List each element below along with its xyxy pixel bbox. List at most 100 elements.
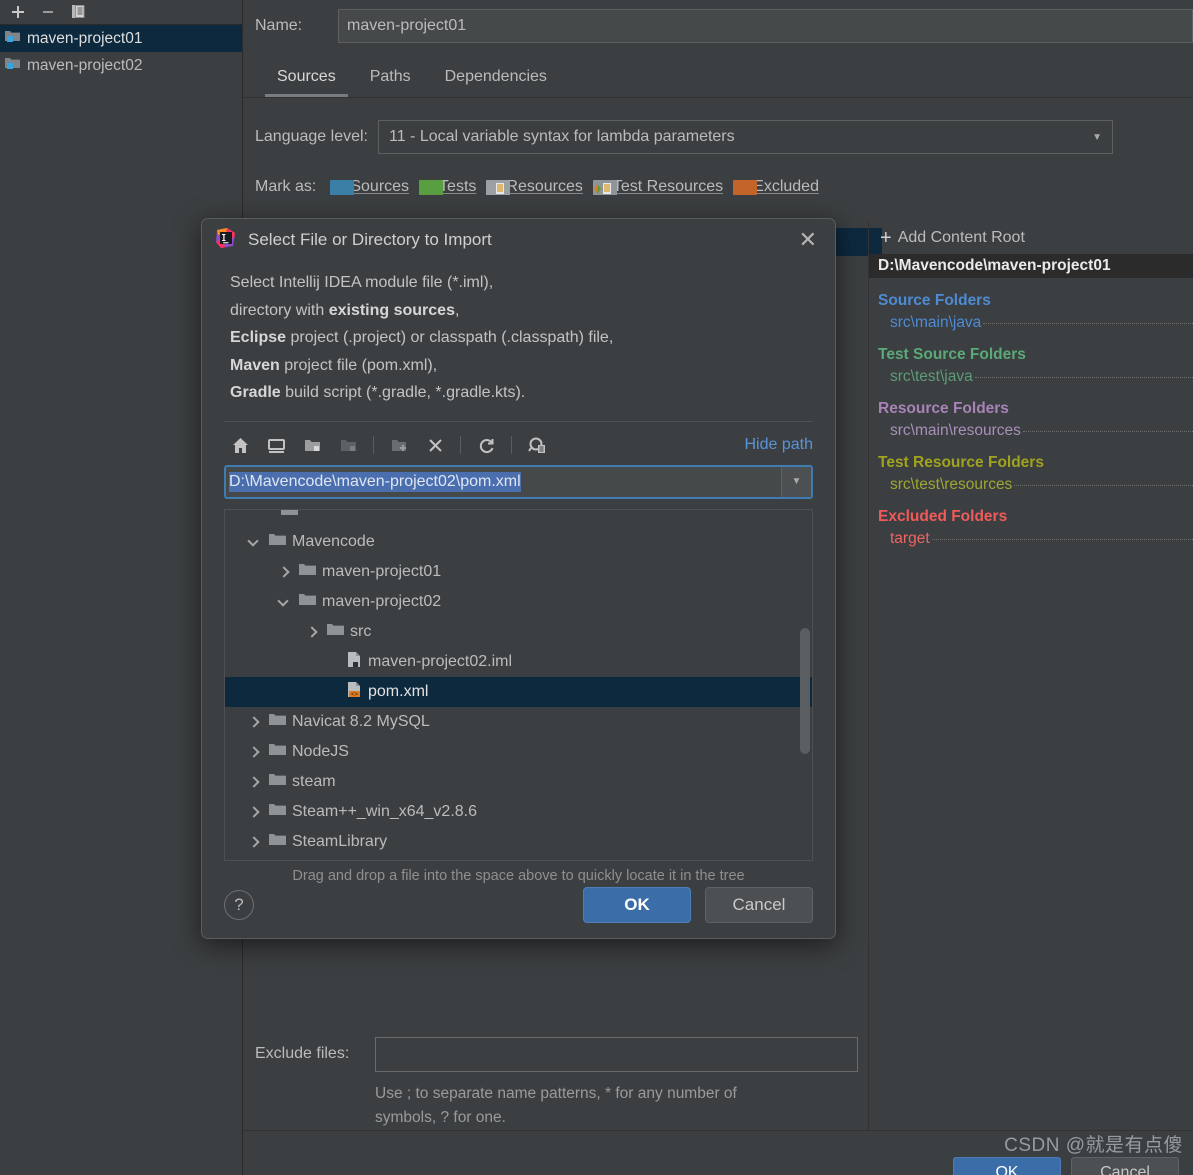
mark-as-sources-button[interactable]: Sources: [330, 178, 409, 196]
toolbar-separator: [511, 436, 512, 455]
tab-paths[interactable]: Paths: [358, 64, 423, 97]
excluded-folder-entry[interactable]: target: [878, 530, 1193, 548]
tree-row[interactable]: <> pom.xml: [225, 676, 812, 707]
chevron-right-icon[interactable]: [305, 625, 319, 639]
excluded-folder-path: target: [890, 530, 930, 547]
add-content-root-label: Add Content Root: [897, 229, 1025, 246]
remove-module-button[interactable]: [34, 1, 62, 23]
hide-path-link[interactable]: Hide path: [745, 436, 814, 454]
chevron-right-icon[interactable]: [247, 775, 261, 789]
path-input-wrapper[interactable]: D:\Mavencode\maven-project02\pom.xml ▼: [224, 464, 813, 499]
leader-dots: [1014, 485, 1193, 486]
watermark: CSDN @就是有点傻: [1004, 1135, 1183, 1156]
tree-row-label: src: [350, 622, 372, 640]
folder-icon: [269, 772, 286, 791]
delete-icon[interactable]: [419, 431, 451, 459]
desc-line-1: Select Intellij IDEA module file (*.iml)…: [230, 274, 494, 291]
mark-as-label: Mark as:: [255, 178, 317, 195]
chevron-down-icon: ▼: [1092, 131, 1102, 143]
tree-row[interactable]: steam: [225, 767, 812, 797]
sources-folder-icon: [330, 180, 355, 195]
tree-row-label: maven-project01: [322, 562, 442, 580]
chevron-down-icon[interactable]: [247, 535, 261, 549]
home-icon[interactable]: [224, 431, 256, 459]
path-input-value: D:\Mavencode\maven-project02\pom.xml: [229, 471, 521, 492]
resource-folders-title: Resource Folders: [878, 400, 1009, 417]
dialog-cancel-button[interactable]: Cancel: [705, 887, 813, 923]
tree-row[interactable]: NodeJS: [225, 737, 812, 767]
tree-row[interactable]: Mavencode: [225, 527, 812, 557]
sidebar-toolbar: [0, 0, 242, 24]
chevron-icon: [267, 510, 281, 519]
dialog-description: Select Intellij IDEA module file (*.iml)…: [202, 261, 835, 407]
test-resource-folder-entry[interactable]: src\test\resources: [878, 476, 1193, 494]
mark-as-test-resources-button[interactable]: Test Resources: [592, 178, 724, 196]
mark-as-resources-label: Resources: [506, 178, 583, 195]
tree-row-label: maven-project02.iml: [368, 652, 513, 670]
tree-row[interactable]: Navicat 8.2 MySQL: [225, 707, 812, 737]
chevron-right-icon[interactable]: [247, 715, 261, 729]
sidebar-item-maven-project01[interactable]: maven-project01: [0, 25, 242, 52]
select-file-dialog: Select File or Directory to Import ✕ Sel…: [201, 218, 836, 939]
dialog-buttons: OK Cancel: [583, 887, 813, 923]
dialog-ok-button[interactable]: OK: [583, 887, 691, 923]
excluded-folder-icon: [733, 180, 758, 195]
tree-row[interactable]: SteamLibrary: [225, 827, 812, 857]
module-name-input[interactable]: [338, 9, 1193, 43]
chevron-down-icon[interactable]: [277, 595, 291, 609]
tree-scrollbar-thumb[interactable]: [800, 627, 810, 754]
file-tree[interactable]: Mavencode maven-project01 maven-project0…: [224, 508, 813, 861]
chevron-right-icon[interactable]: [247, 835, 261, 849]
sidebar-item-maven-project02[interactable]: maven-project02: [0, 52, 242, 79]
intellij-idea-icon: [214, 226, 238, 255]
chevron-right-icon[interactable]: [277, 565, 291, 579]
copy-module-button[interactable]: [64, 1, 92, 23]
module-folder-icon: [332, 431, 364, 459]
tree-row[interactable]: [225, 509, 812, 527]
xml-file-icon: <>: [347, 681, 362, 703]
folder-icon: [299, 592, 316, 611]
test-source-folder-entry[interactable]: src\test\java: [878, 368, 1193, 386]
exclude-files-input[interactable]: [375, 1036, 858, 1072]
desktop-icon[interactable]: [260, 431, 292, 459]
excluded-folders-group: Excluded Folders target: [868, 508, 1193, 548]
chevron-right-icon[interactable]: [247, 805, 261, 819]
source-folders-title: Source Folders: [878, 292, 991, 309]
add-content-root-button[interactable]: + Add Content Root: [868, 222, 1193, 254]
resource-folders-group: Resource Folders src\main\resources: [868, 400, 1193, 440]
help-icon[interactable]: ?: [224, 890, 254, 920]
tree-row-label: Steam++_win_x64_v2.8.6: [292, 802, 478, 820]
mark-as-tests-label: Tests: [439, 178, 477, 195]
project-folder-icon[interactable]: [296, 431, 328, 459]
tree-row[interactable]: [225, 857, 812, 860]
resource-folder-entry[interactable]: src\main\resources: [878, 422, 1193, 440]
language-level-select[interactable]: 11 - Local variable syntax for lambda pa…: [377, 120, 1113, 154]
tree-row[interactable]: maven-project01: [225, 557, 812, 587]
tree-row[interactable]: Steam++_win_x64_v2.8.6: [225, 797, 812, 827]
exclude-files-hint: Use ; to separate name patterns, * for a…: [243, 1082, 743, 1130]
tree-row[interactable]: maven-project02: [225, 587, 812, 617]
mark-as-test-resources-label: Test Resources: [612, 178, 724, 195]
file-chooser-toolbar: Hide path: [224, 420, 814, 461]
leader-dots: [931, 539, 1193, 540]
source-folder-entry[interactable]: src\main\java: [878, 314, 1193, 332]
desc-line-5: Gradle build script (*.gradle, *.gradle.…: [230, 384, 526, 402]
path-input[interactable]: D:\Mavencode\maven-project02\pom.xml: [226, 467, 781, 497]
chevron-right-icon[interactable]: [247, 745, 261, 759]
cancel-button[interactable]: Cancel: [1071, 1157, 1179, 1175]
mark-as-tests-button[interactable]: Tests: [419, 178, 476, 196]
close-icon[interactable]: ✕: [793, 227, 823, 253]
tree-row[interactable]: maven-project02.iml: [225, 647, 812, 677]
mark-as-excluded-button[interactable]: Excluded: [733, 178, 819, 196]
path-history-dropdown[interactable]: ▼: [781, 466, 811, 497]
show-hidden-files-icon[interactable]: [521, 431, 553, 459]
ok-button[interactable]: OK: [953, 1157, 1061, 1175]
refresh-icon[interactable]: [470, 431, 502, 459]
add-module-button[interactable]: [4, 1, 32, 23]
tree-row[interactable]: src: [225, 617, 812, 647]
plus-icon: +: [880, 227, 892, 249]
tab-sources[interactable]: Sources: [265, 64, 348, 97]
chevron-down-icon: ▼: [791, 476, 802, 488]
mark-as-resources-button[interactable]: Resources: [486, 178, 583, 196]
tab-dependencies[interactable]: Dependencies: [433, 64, 559, 97]
